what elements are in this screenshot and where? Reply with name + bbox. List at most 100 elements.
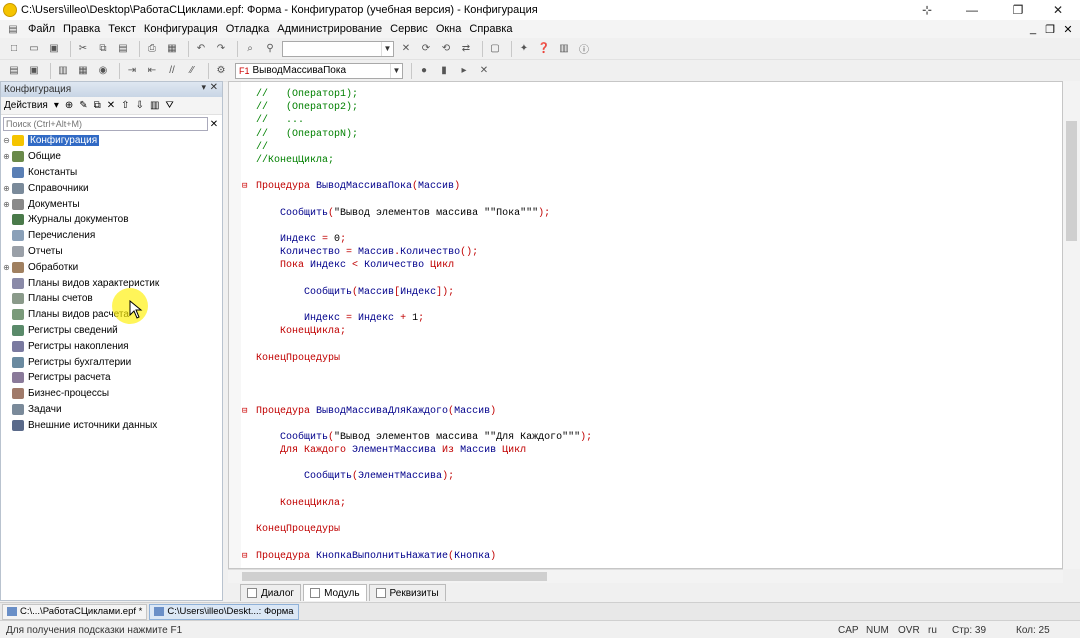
- tree-node[interactable]: Бизнес-процессы: [1, 386, 222, 402]
- dropdown-arrow-icon[interactable]: ▾: [54, 100, 59, 111]
- tree-node[interactable]: ⊕ Документы: [1, 196, 222, 212]
- move-down-icon[interactable]: ⇩: [136, 100, 144, 111]
- tree-node[interactable]: ⊕ Справочники: [1, 180, 222, 196]
- new-icon[interactable]: □: [6, 41, 22, 57]
- tree-node[interactable]: Регистры бухгалтерии: [1, 354, 222, 370]
- mdi-minimize-button[interactable]: _: [1024, 20, 1042, 38]
- save-icon[interactable]: ▣: [46, 41, 62, 57]
- code-line[interactable]: [242, 167, 1062, 180]
- menu-help[interactable]: Справка: [465, 23, 516, 35]
- code-line[interactable]: [242, 536, 1062, 549]
- code-line[interactable]: Процедура ВыводМассиваПока(Массив) ⊟: [242, 180, 1062, 193]
- menu-service[interactable]: Сервис: [386, 23, 432, 35]
- wizard-icon[interactable]: ⚙: [213, 63, 229, 79]
- filter-icon[interactable]: ⛛: [165, 100, 173, 111]
- menu-debug[interactable]: Отладка: [222, 23, 273, 35]
- code-line[interactable]: [242, 378, 1062, 391]
- code-line[interactable]: [242, 273, 1062, 286]
- menu-text[interactable]: Текст: [104, 23, 140, 35]
- search-combo[interactable]: ▼: [282, 40, 394, 57]
- minimize-button[interactable]: —: [950, 0, 994, 20]
- mdi-restore-button[interactable]: ❐: [1041, 20, 1059, 38]
- copy-icon[interactable]: ⧉: [94, 100, 101, 111]
- code-line[interactable]: Пока Индекс < Количество Цикл: [242, 259, 1062, 272]
- task-epf-window[interactable]: C:\...\РаботаСЦиклами.epf *: [2, 603, 148, 620]
- code-line[interactable]: Индекс = 0;: [242, 233, 1062, 246]
- close-button[interactable]: ✕: [1036, 0, 1080, 20]
- run-icon[interactable]: ◉: [95, 63, 111, 79]
- add-icon[interactable]: ⊕: [65, 100, 73, 111]
- form-icon[interactable]: ▣: [26, 63, 42, 79]
- code-line[interactable]: [242, 510, 1062, 523]
- status-lang[interactable]: ru: [924, 622, 937, 638]
- horizontal-scrollbar[interactable]: [228, 569, 1063, 583]
- tree-node[interactable]: Константы: [1, 165, 222, 181]
- menu-configuration[interactable]: Конфигурация: [140, 23, 222, 35]
- cut-icon[interactable]: ✂: [75, 41, 91, 57]
- code-line[interactable]: Сообщить(Массив[Индекс]);: [242, 286, 1062, 299]
- code-line[interactable]: // (Оператор2);: [242, 101, 1062, 114]
- tree-node[interactable]: Регистры расчета: [1, 370, 222, 386]
- menu-file[interactable]: Файл: [24, 23, 59, 35]
- menu-windows[interactable]: Окна: [432, 23, 466, 35]
- paste-icon[interactable]: ▤: [115, 41, 131, 57]
- find-prev-icon[interactable]: ⟲: [438, 41, 454, 57]
- code-line[interactable]: [242, 365, 1062, 378]
- fold-icon[interactable]: ⊟: [242, 550, 247, 563]
- expand-icon[interactable]: ⊕: [1, 200, 12, 209]
- code-line[interactable]: КонецЦикла;: [242, 325, 1062, 338]
- code-line[interactable]: // (Оператор1);: [242, 88, 1062, 101]
- fold-icon[interactable]: ⊟: [242, 180, 247, 193]
- tree-node[interactable]: ⊕ Обработки: [1, 259, 222, 275]
- delete-icon[interactable]: ✕: [107, 100, 115, 111]
- tools-icon[interactable]: ✦: [516, 41, 532, 57]
- preview-icon[interactable]: ▦: [164, 41, 180, 57]
- code-line[interactable]: КонецПроцедуры: [242, 352, 1062, 365]
- code-line[interactable]: // (ОператорN);: [242, 128, 1062, 141]
- tab-module[interactable]: Модуль: [303, 584, 367, 601]
- tree-node[interactable]: ⊖ Конфигурация: [1, 133, 222, 149]
- tree-node[interactable]: ⊕ Общие: [1, 149, 222, 165]
- code-line[interactable]: [242, 418, 1062, 431]
- procedure-combo[interactable]: F1 ВыводМассиваПока ▼: [235, 62, 403, 79]
- next-bookmark-icon[interactable]: ▸: [456, 63, 472, 79]
- search-icon[interactable]: ⚲: [262, 41, 278, 57]
- expand-icon[interactable]: ⊕: [1, 152, 12, 161]
- code-line[interactable]: //: [242, 141, 1062, 154]
- edit-icon[interactable]: ✎: [79, 100, 87, 111]
- module-icon[interactable]: ▤: [6, 63, 22, 79]
- code-line[interactable]: Сообщить(ЭлементМассива);: [242, 470, 1062, 483]
- tree-node[interactable]: Регистры сведений: [1, 323, 222, 339]
- code-line[interactable]: Сообщить("Вывод элементов массива ""Пока…: [242, 207, 1062, 220]
- replace-icon[interactable]: ⇄: [458, 41, 474, 57]
- code-line[interactable]: Индекс = Индекс + 1;: [242, 312, 1062, 325]
- tree-node[interactable]: Журналы документов: [1, 212, 222, 228]
- breakpoint-icon[interactable]: ●: [416, 63, 432, 79]
- clear-search-icon[interactable]: ✕: [398, 41, 414, 57]
- code-area[interactable]: // (Оператор1);// (Оператор2);// ...// (…: [242, 88, 1062, 563]
- open-icon[interactable]: ▭: [26, 41, 42, 57]
- code-line[interactable]: [242, 391, 1062, 404]
- help-book-icon[interactable]: ▥: [556, 41, 572, 57]
- expand-icon[interactable]: ⊕: [1, 184, 12, 193]
- code-editor[interactable]: // (Оператор1);// (Оператор2);// ...// (…: [228, 81, 1063, 569]
- move-up-icon[interactable]: ⇧: [121, 100, 129, 111]
- update-icon[interactable]: ▦: [75, 63, 91, 79]
- code-line[interactable]: [242, 220, 1062, 233]
- undo-icon[interactable]: ↶: [193, 41, 209, 57]
- task-form-window[interactable]: C:\Users\illeo\Deskt...: Форма: [149, 603, 299, 620]
- clear-search-icon[interactable]: ✕: [208, 119, 220, 130]
- comment-icon[interactable]: //: [164, 63, 180, 79]
- code-line[interactable]: [242, 457, 1062, 470]
- code-line[interactable]: Сообщить("Вывод элементов массива ""Для …: [242, 431, 1062, 444]
- print-icon[interactable]: ⎙: [144, 41, 160, 57]
- copy-icon[interactable]: ⧉: [95, 41, 111, 57]
- code-line[interactable]: КонецЦикла;: [242, 497, 1062, 510]
- sort-icon[interactable]: ▥: [150, 100, 159, 111]
- tree-node[interactable]: Отчеты: [1, 244, 222, 260]
- code-line[interactable]: Количество = Массив.Количество();: [242, 246, 1062, 259]
- tab-attributes[interactable]: Реквизиты: [368, 584, 446, 601]
- find-icon[interactable]: ⌕: [242, 41, 258, 57]
- clear-bookmarks-icon[interactable]: ✕: [476, 63, 492, 79]
- scroll-thumb[interactable]: [242, 572, 547, 581]
